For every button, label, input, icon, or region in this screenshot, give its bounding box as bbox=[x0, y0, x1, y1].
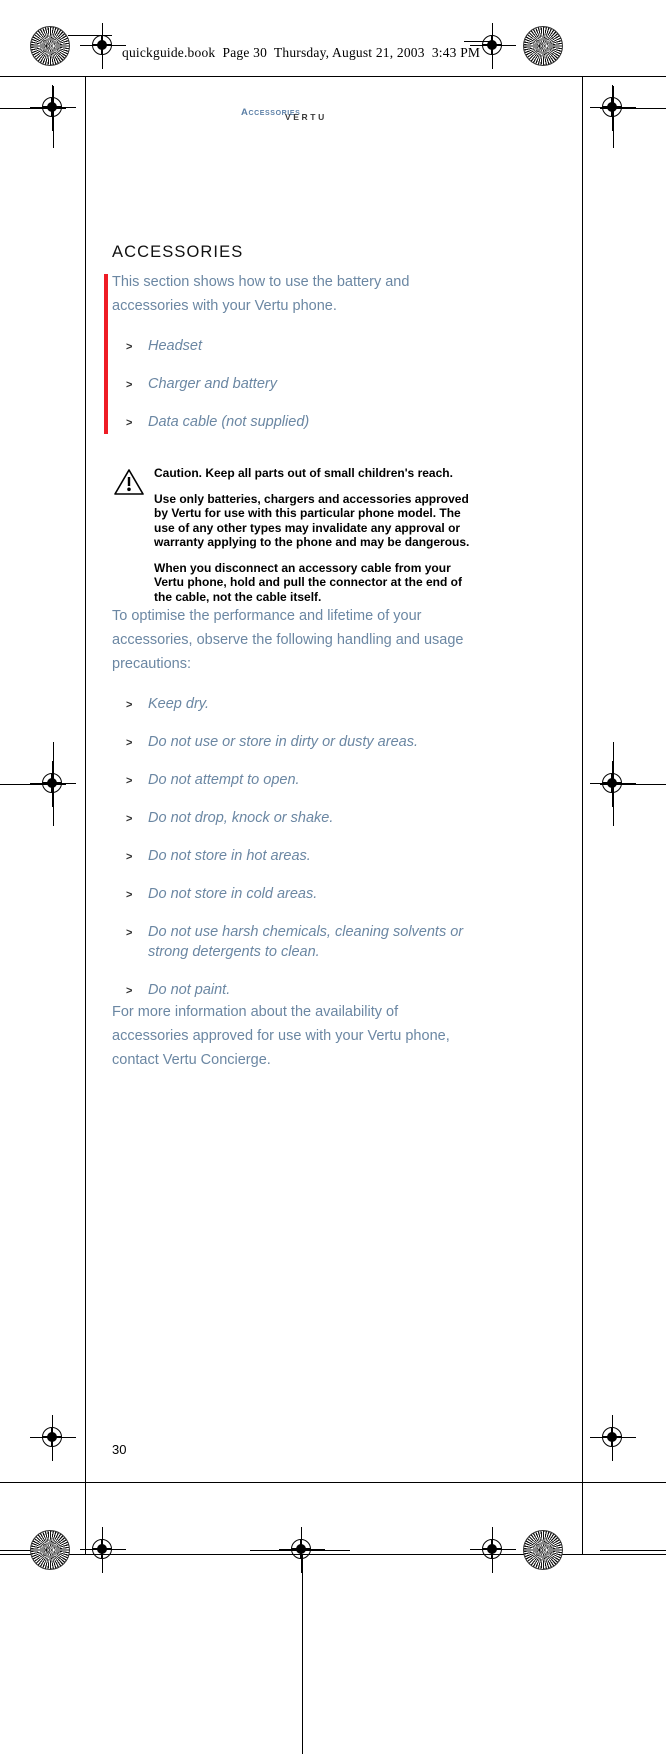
list-item: > Do not store in hot areas. bbox=[112, 846, 472, 866]
trim-line-left bbox=[85, 76, 86, 1554]
trim-rule-vertical-left-center bbox=[53, 742, 54, 826]
list-item-label: Do not use harsh chemicals, cleaning sol… bbox=[148, 924, 464, 960]
halftone-patch-bottom-right bbox=[523, 1530, 563, 1570]
file-header-rule-left bbox=[68, 35, 112, 36]
list-item: > Do not use or store in dirty or dusty … bbox=[112, 732, 472, 752]
revision-change-bar bbox=[104, 274, 108, 434]
trim-rule-vertical-right-center bbox=[613, 742, 614, 826]
registration-mark-top-right bbox=[470, 23, 516, 69]
list-item: > Charger and battery bbox=[112, 374, 472, 394]
caution-note: Caution. Keep all parts out of small chi… bbox=[112, 466, 472, 604]
arrow-bullet-icon: > bbox=[126, 889, 133, 901]
arrow-bullet-icon: > bbox=[126, 813, 133, 825]
registration-mark-bottom-left bbox=[30, 1415, 76, 1461]
arrow-bullet-icon: > bbox=[126, 417, 133, 429]
page-title: ACCESSORIES bbox=[112, 243, 244, 262]
file-header-text: quickguide.book Page 30 Thursday, August… bbox=[122, 45, 481, 60]
registration-mark-left-upper bbox=[30, 85, 76, 131]
page-number: 30 bbox=[112, 1442, 127, 1457]
arrow-bullet-icon: > bbox=[126, 737, 133, 749]
list-item-label: Do not use or store in dirty or dusty ar… bbox=[148, 734, 418, 750]
trim-rule-vertical-right-mid bbox=[613, 86, 614, 148]
trim-tick-left-lower bbox=[0, 1550, 66, 1551]
list-item: > Data cable (not supplied) bbox=[112, 412, 472, 432]
warning-triangle-icon bbox=[113, 468, 145, 496]
trim-tick-bottom-center bbox=[250, 1550, 350, 1551]
registration-mark-right-upper bbox=[590, 85, 636, 131]
file-header-rule-right bbox=[464, 41, 492, 42]
halftone-patch-bottom-left bbox=[30, 1530, 70, 1570]
brand-wordmark: VERTU bbox=[285, 112, 327, 122]
list-item: > Do not paint. bbox=[112, 980, 472, 1000]
trim-tick-right-mid bbox=[600, 784, 666, 785]
precautions-list: > Keep dry. > Do not use or store in dir… bbox=[112, 694, 472, 1000]
list-item: > Do not store in cold areas. bbox=[112, 884, 472, 904]
arrow-bullet-icon: > bbox=[126, 699, 133, 711]
list-item-label: Data cable (not supplied) bbox=[148, 414, 310, 430]
list-item-label: Do not paint. bbox=[148, 982, 231, 998]
trim-tick-left-upper bbox=[0, 108, 66, 109]
precautions-intro-paragraph: To optimise the performance and lifetime… bbox=[112, 608, 464, 672]
registration-mark-left-middle bbox=[30, 761, 76, 807]
arrow-bullet-icon: > bbox=[126, 379, 133, 391]
trim-rule-vertical-left-mid bbox=[53, 86, 54, 148]
trim-tick-right-upper bbox=[600, 108, 666, 109]
registration-mark-footer-left bbox=[80, 1527, 126, 1573]
arrow-bullet-icon: > bbox=[126, 985, 133, 997]
list-item-label: Do not store in cold areas. bbox=[148, 886, 318, 902]
trim-rule-vertical-center-bottom bbox=[302, 1554, 303, 1754]
trim-line-top bbox=[0, 76, 666, 77]
halftone-patch-top-right bbox=[523, 26, 563, 66]
trim-line-inner-bottom bbox=[0, 1482, 666, 1483]
list-item-label: Charger and battery bbox=[148, 376, 277, 392]
list-item: > Do not use harsh chemicals, cleaning s… bbox=[112, 922, 472, 962]
list-item-label: Keep dry. bbox=[148, 696, 209, 712]
halftone-patch-top-left bbox=[30, 26, 70, 66]
list-item-label: Do not store in hot areas. bbox=[148, 848, 311, 864]
registration-mark-bottom-right bbox=[590, 1415, 636, 1461]
registration-mark-footer-center bbox=[279, 1527, 325, 1573]
list-item: > Do not drop, knock or shake. bbox=[112, 808, 472, 828]
list-item-label: Do not attempt to open. bbox=[148, 772, 300, 788]
intro-accessory-list: > Headset > Charger and battery > Data c… bbox=[112, 336, 472, 432]
list-item: > Headset bbox=[112, 336, 472, 356]
registration-mark-right-middle bbox=[590, 761, 636, 807]
arrow-bullet-icon: > bbox=[126, 341, 133, 353]
registration-mark-footer-right bbox=[470, 1527, 516, 1573]
caution-paragraph-2: When you disconnect an accessory cable f… bbox=[154, 560, 463, 604]
closing-paragraph: For more information about the availabil… bbox=[112, 1004, 450, 1068]
caution-paragraph-1: Use only batteries, chargers and accesso… bbox=[154, 491, 470, 550]
list-item: > Do not attempt to open. bbox=[112, 770, 472, 790]
list-item: > Keep dry. bbox=[112, 694, 472, 714]
list-item-label: Do not drop, knock or shake. bbox=[148, 810, 334, 826]
trim-line-bottom bbox=[0, 1554, 666, 1555]
intro-paragraph: This section shows how to use the batter… bbox=[112, 274, 410, 314]
page-content: This section shows how to use the batter… bbox=[112, 270, 472, 1072]
trim-line-right bbox=[582, 76, 583, 1554]
arrow-bullet-icon: > bbox=[126, 851, 133, 863]
caution-heading: Caution. Keep all parts out of small chi… bbox=[154, 466, 453, 480]
arrow-bullet-icon: > bbox=[126, 775, 133, 787]
arrow-bullet-icon: > bbox=[126, 927, 133, 939]
trim-tick-right-lower bbox=[600, 1550, 666, 1551]
list-item-label: Headset bbox=[148, 338, 203, 354]
trim-tick-left-mid bbox=[0, 784, 66, 785]
